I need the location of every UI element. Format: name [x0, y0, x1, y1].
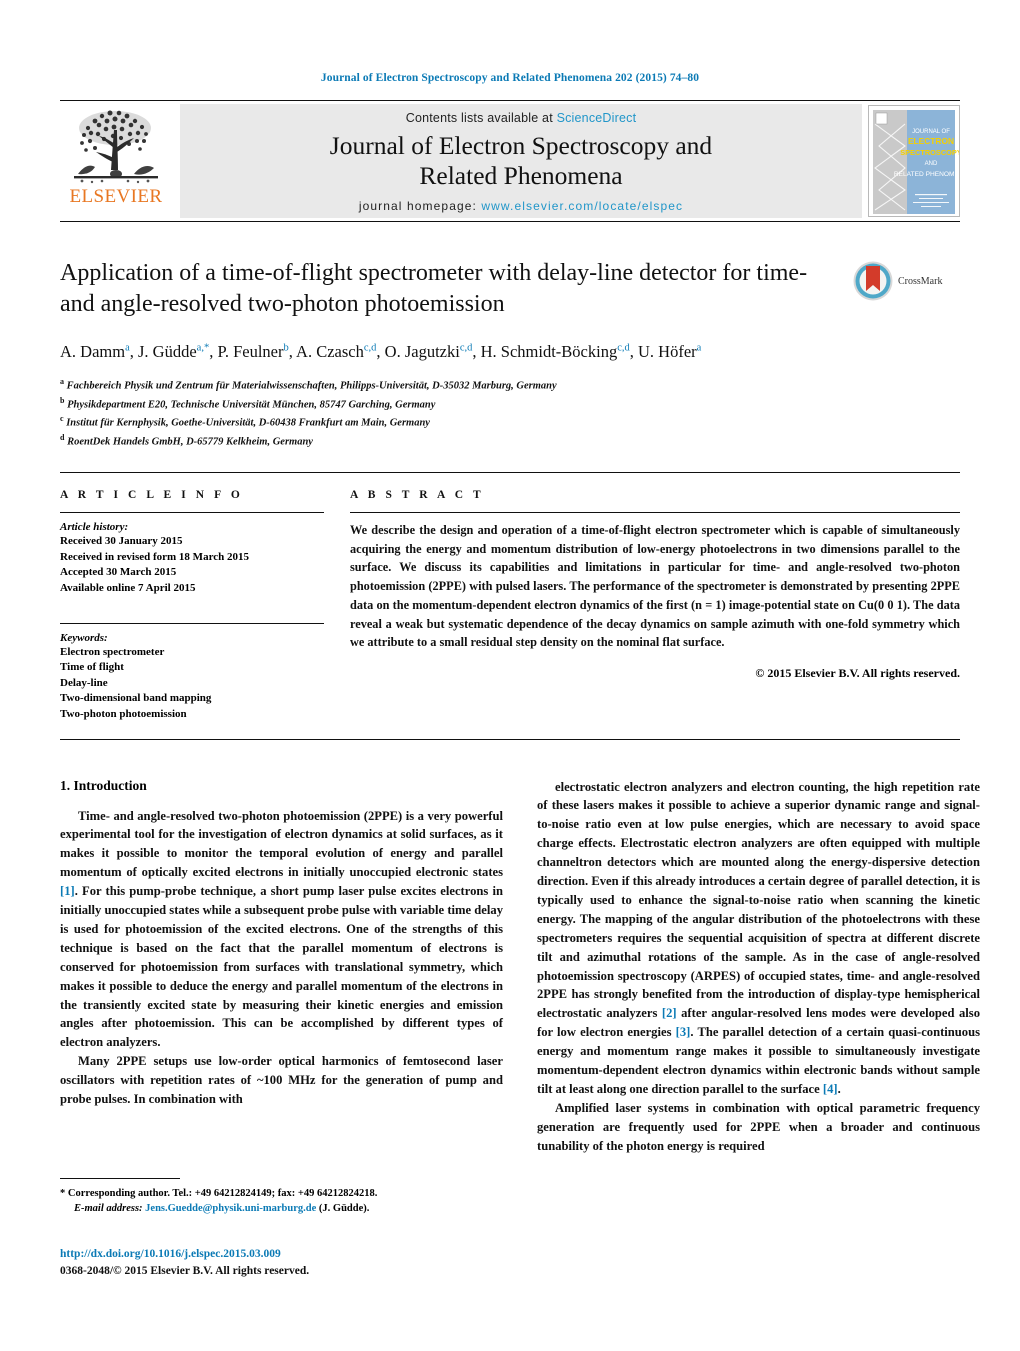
body-paragraph: electrostatic electron analyzers and ele… — [537, 779, 980, 1096]
keyword-item: Two-dimensional band mapping — [60, 692, 212, 705]
article-info-heading: A R T I C L E I N F O — [60, 489, 244, 502]
article-history-item: Accepted 30 March 2015 — [60, 566, 177, 579]
homepage-label: journal homepage: — [358, 199, 477, 214]
body-paragraph: Time- and angle-resolved two-photon phot… — [60, 808, 503, 1050]
title-block: Application of a time-of-flight spectrom… — [60, 258, 960, 450]
keywords-block: Keywords: Electron spectrometer Time of f… — [60, 622, 324, 723]
svg-text:AND: AND — [925, 161, 938, 167]
keywords-label: Keywords: — [60, 631, 108, 644]
contents-available-line: Contents lists available at ScienceDirec… — [406, 111, 637, 125]
elsevier-wordmark: ELSEVIER — [69, 186, 163, 207]
footnote-email-label: E-mail address: — [74, 1203, 143, 1215]
abstract-rule — [350, 512, 960, 514]
keywords-rule — [60, 622, 324, 624]
article-history-item: Received in revised form 18 March 2015 — [60, 550, 249, 563]
masthead-center: Contents lists available at ScienceDirec… — [180, 104, 862, 218]
crossmark-label: CrossMark — [898, 275, 943, 287]
footnote-email-link[interactable]: Jens.Guedde@physik.uni-marburg.de — [145, 1203, 316, 1214]
running-head: Journal of Electron Spectroscopy and Rel… — [320, 72, 700, 84]
keyword-item: Two-photon photoemission — [60, 707, 187, 720]
contents-prefix: Contents lists available at — [405, 110, 553, 125]
svg-text:RELATED PHENOMENA: RELATED PHENOMENA — [894, 171, 959, 178]
elsevier-tree-icon — [74, 110, 158, 184]
right-paragraphs: electrostatic electron analyzers and ele… — [537, 778, 980, 1156]
affiliation-item: a Fachbereich Physik und Zentrum für Mat… — [60, 377, 557, 392]
citation-ref[interactable]: [3] — [676, 1025, 691, 1039]
keyword-item: Electron spectrometer — [60, 645, 165, 658]
svg-text:SPECTROSCOPY: SPECTROSCOPY — [900, 148, 959, 157]
crossmark-badge[interactable]: CrossMark — [852, 260, 960, 302]
paper-page: Journal of Electron Spectroscopy and Rel… — [0, 0, 1020, 1351]
citation-ref[interactable]: [1] — [60, 884, 75, 898]
article-history-label: Article history: — [60, 521, 129, 534]
journal-homepage-line: journal homepage: www.elsevier.com/locat… — [359, 199, 683, 213]
page-title: Application of a time-of-flight spectrom… — [60, 260, 808, 318]
footnote-rule — [60, 1178, 180, 1179]
issn-rights-line: 0368-2048/© 2015 Elsevier B.V. All right… — [60, 1264, 310, 1277]
body-paragraph: Amplified laser systems in combination w… — [537, 1100, 980, 1153]
footnote-email-owner: (J. Güdde). — [318, 1203, 370, 1215]
journal-title-line-1: Journal of Electron Spectroscopy and — [329, 130, 713, 160]
article-history-list: Received 30 January 2015 Received in revi… — [60, 534, 324, 596]
article-history-item: Received 30 January 2015 — [60, 535, 183, 548]
affiliation-marker: b — [60, 395, 65, 405]
journal-cover-art: JOURNAL OF ELECTRON SPECTROSCOPY AND REL… — [869, 106, 959, 216]
keyword-item: Time of flight — [60, 661, 124, 674]
article-info-column: A R T I C L E I N F O Article history: R… — [60, 489, 342, 722]
journal-cover-thumbnail: JOURNAL OF ELECTRON SPECTROSCOPY AND REL… — [868, 105, 960, 217]
abstract-heading: A B S T R A C T — [350, 489, 485, 502]
affiliation-marker: a — [60, 377, 64, 387]
body-columns: 1. Introduction Time- and angle-resolved… — [60, 778, 980, 1156]
abstract-column: A B S T R A C T We describe the design a… — [342, 489, 960, 722]
homepage-url-link[interactable]: www.elsevier.com/locate/elspec — [481, 199, 683, 213]
abstract-text: We describe the design and operation of … — [350, 523, 960, 650]
info-abstract-band: A R T I C L E I N F O Article history: R… — [60, 472, 960, 740]
footnote-corresponding-text: Corresponding author. Tel.: +49 64212824… — [67, 1188, 378, 1199]
footnote-email-line: E-mail address: Jens.Guedde@physik.uni-m… — [60, 1201, 503, 1216]
elsevier-logo: ELSEVIER — [60, 101, 172, 221]
article-info-rule — [60, 512, 324, 514]
affiliation-list: a Fachbereich Physik und Zentrum für Mat… — [60, 376, 960, 450]
abstract-rights: © 2015 Elsevier B.V. All rights reserved… — [755, 665, 960, 680]
affiliation-item: c Institut für Kernphysik, Goethe-Univer… — [60, 414, 430, 429]
keyword-item: Delay-line — [60, 676, 108, 689]
affiliation-item: d RoentDek Handels GmbH, D-65779 Kelkhei… — [60, 432, 313, 448]
keywords-list: Electron spectrometer Time of flight Delay… — [60, 645, 324, 723]
body-column-left: 1. Introduction Time- and angle-resolved… — [60, 778, 503, 1156]
svg-text:ELECTRON: ELECTRON — [908, 136, 954, 146]
article-history-item: Available online 7 April 2015 — [60, 581, 196, 594]
journal-title-line-2: Related Phenomena — [419, 161, 623, 190]
affiliation-item: b Physikdepartment E20, Technische Unive… — [60, 395, 436, 411]
affiliation-marker: c — [60, 414, 64, 424]
affiliation-marker: d — [60, 432, 65, 442]
citation-ref[interactable]: [4] — [823, 1082, 838, 1096]
svg-text:JOURNAL OF: JOURNAL OF — [912, 129, 950, 135]
crossmark-icon — [853, 261, 893, 301]
doi-link[interactable]: http://dx.doi.org/10.1016/j.elspec.2015.… — [60, 1246, 560, 1263]
left-paragraphs: Time- and angle-resolved two-photon phot… — [60, 807, 503, 1109]
body-paragraph: Many 2PPE setups use low-order optical h… — [60, 1054, 503, 1106]
citation-ref[interactable]: [2] — [662, 1006, 677, 1020]
sciencedirect-link[interactable]: ScienceDirect — [557, 111, 637, 125]
journal-title: Journal of Electron Spectroscopy and Rel… — [330, 131, 712, 191]
body-column-right: electrostatic electron analyzers and ele… — [537, 778, 980, 1156]
journal-masthead: ELSEVIER Contents lists available at Sci… — [60, 100, 960, 222]
footnote-star-marker: * — [60, 1188, 66, 1199]
footnote-corresponding-line: * Corresponding author. Tel.: +49 642128… — [60, 1186, 503, 1201]
author-list: A. Damma, J. Güddea,*, P. Feulnerb, A. C… — [60, 342, 702, 362]
section-title-introduction: 1. Introduction — [60, 777, 147, 793]
publication-footer: http://dx.doi.org/10.1016/j.elspec.2015.… — [60, 1246, 560, 1279]
corresponding-author-footnote: * Corresponding author. Tel.: +49 642128… — [60, 1178, 503, 1217]
